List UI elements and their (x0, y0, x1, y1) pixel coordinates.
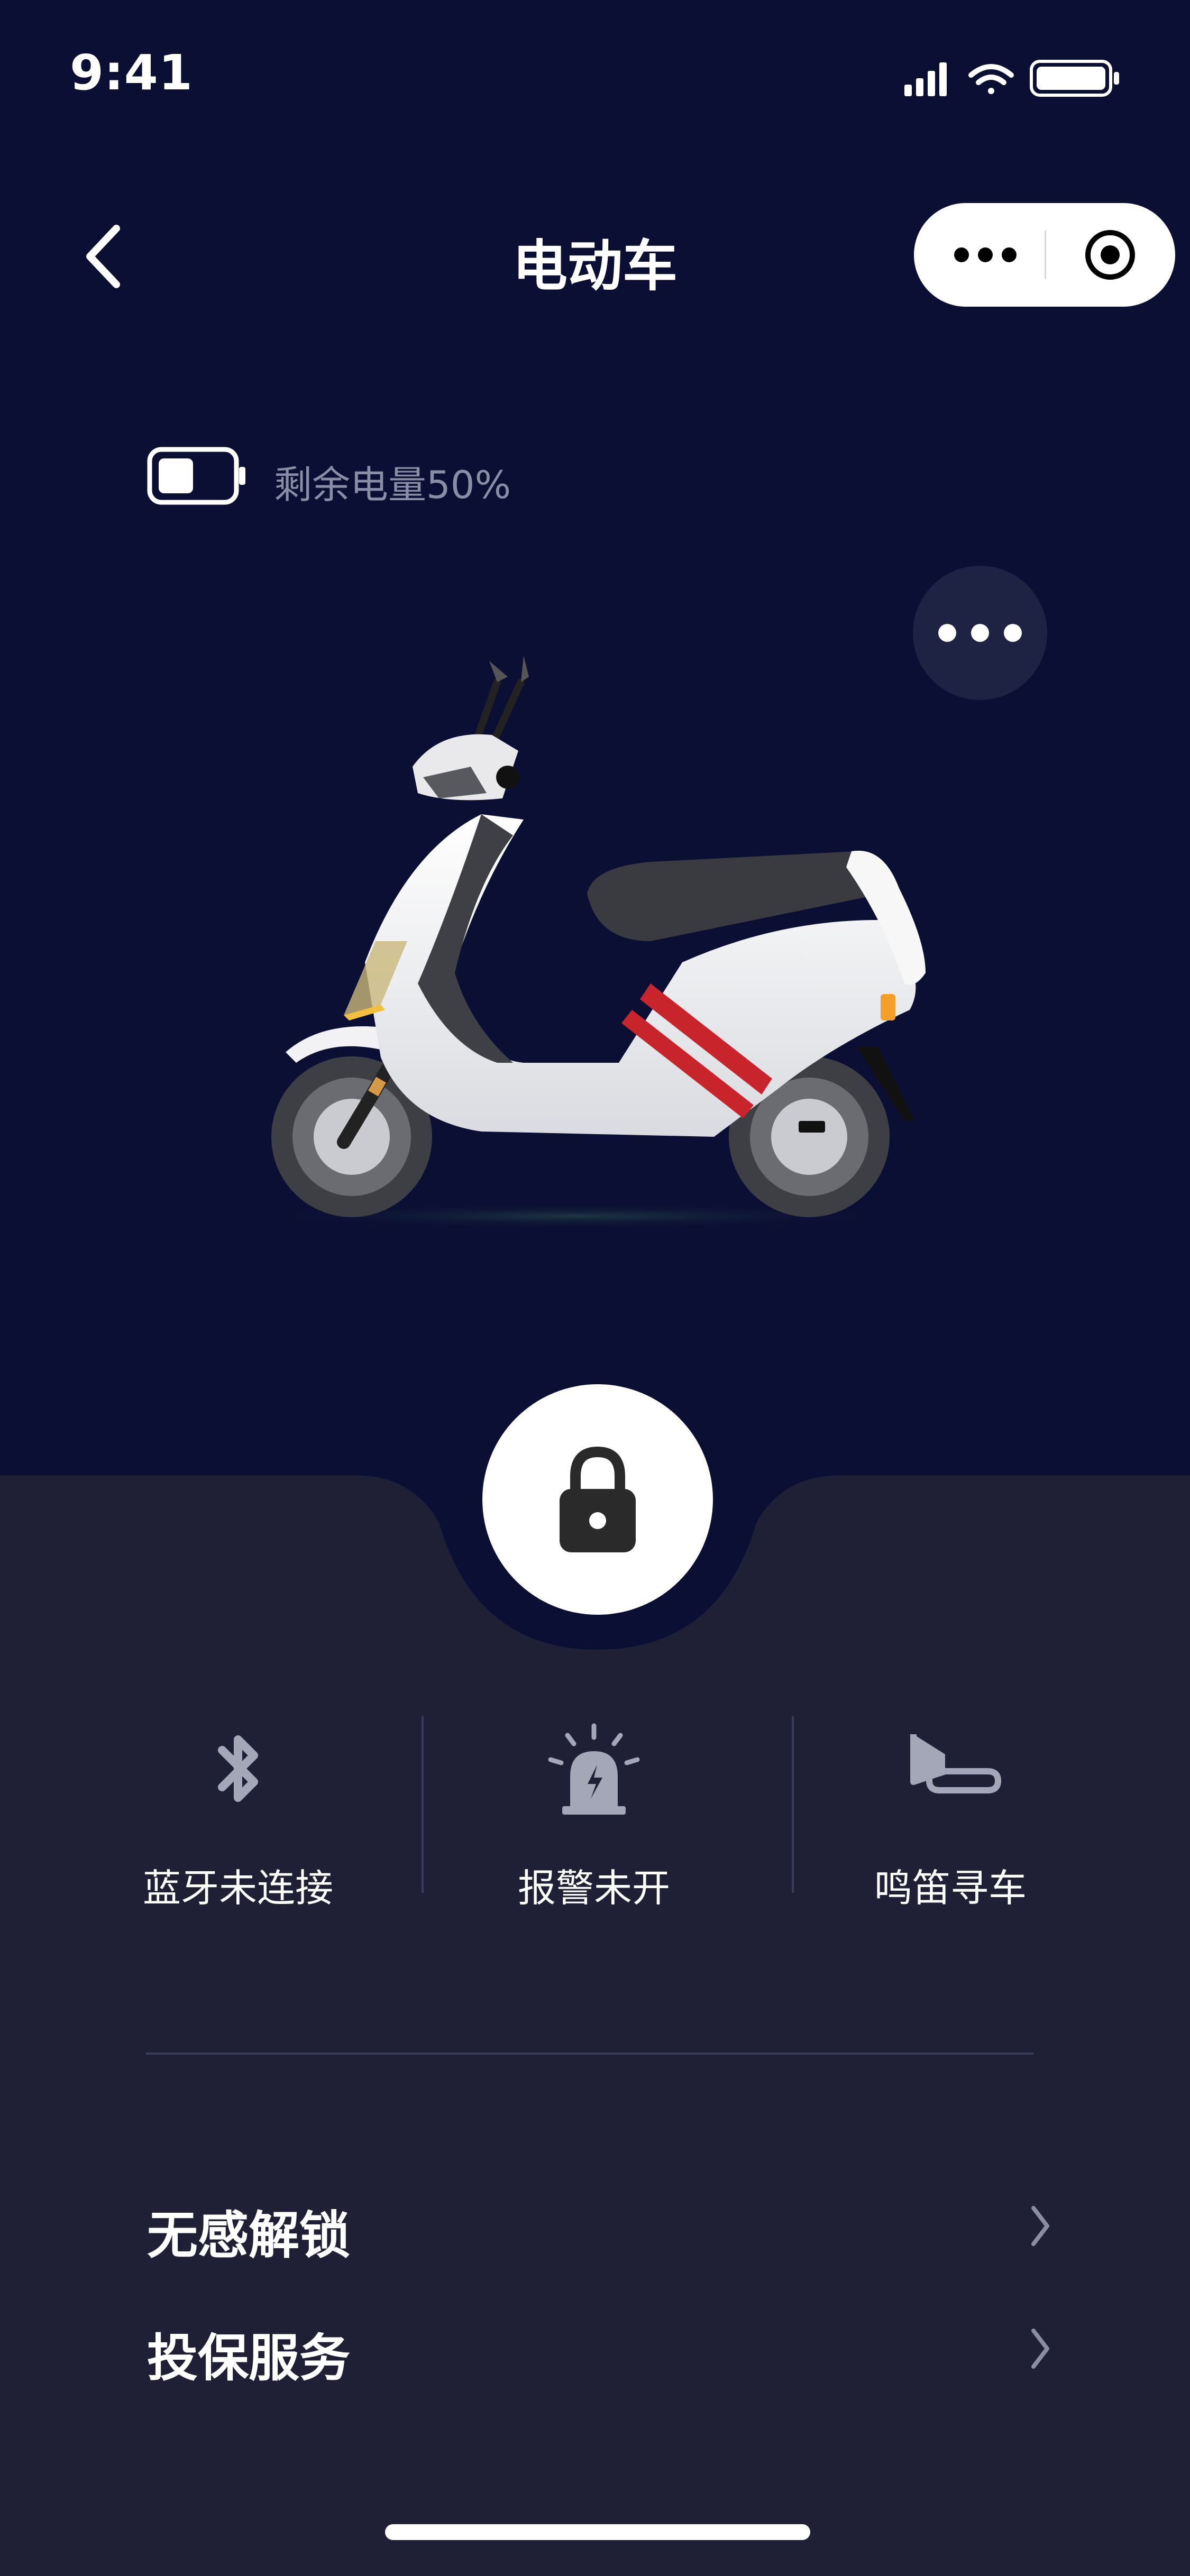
wifi-icon (968, 64, 1014, 94)
home-indicator (385, 2524, 810, 2540)
battery-icon (1030, 60, 1119, 97)
battery-level-icon (147, 447, 245, 505)
menu-item-label: 无感解锁 (147, 2206, 350, 2265)
horn-icon (910, 1734, 1001, 1793)
section-divider (146, 2053, 1033, 2055)
control-panel (0, 1475, 1190, 2576)
miniprogram-capsule (914, 203, 1175, 307)
quick-action-horn[interactable]: 鸣笛寻车 (792, 1718, 1109, 1910)
quick-action-label: 鸣笛寻车 (874, 1866, 1027, 1910)
menu-item-seamless-unlock[interactable]: 无感解锁 (146, 2184, 1056, 2268)
padlock-icon (560, 1446, 636, 1552)
menu-item-insurance-service[interactable]: 投保服务 (146, 2306, 1056, 2391)
status-icons (904, 60, 1119, 97)
electric-scooter-image (249, 656, 926, 1229)
chevron-right-icon (1031, 2206, 1049, 2246)
quick-action-label: 报警未开 (517, 1866, 670, 1910)
capsule-divider (1045, 231, 1046, 279)
alarm-siren-icon (548, 1723, 640, 1815)
chevron-right-icon (1031, 2329, 1049, 2369)
battery-remaining-text: 剩余电量50% (274, 463, 511, 507)
status-time: 9:41 (70, 44, 193, 101)
bluetooth-icon (218, 1735, 258, 1802)
more-dots-icon[interactable] (946, 228, 1025, 281)
signal-icon (904, 62, 947, 96)
menu-item-label: 投保服务 (147, 2329, 350, 2388)
target-close-icon[interactable] (1070, 228, 1150, 281)
quick-action-label: 蓝牙未连接 (142, 1866, 333, 1910)
quick-action-alarm[interactable]: 报警未开 (435, 1718, 753, 1910)
quick-action-bluetooth[interactable]: 蓝牙未连接 (79, 1718, 397, 1910)
quick-action-divider (422, 1716, 424, 1893)
